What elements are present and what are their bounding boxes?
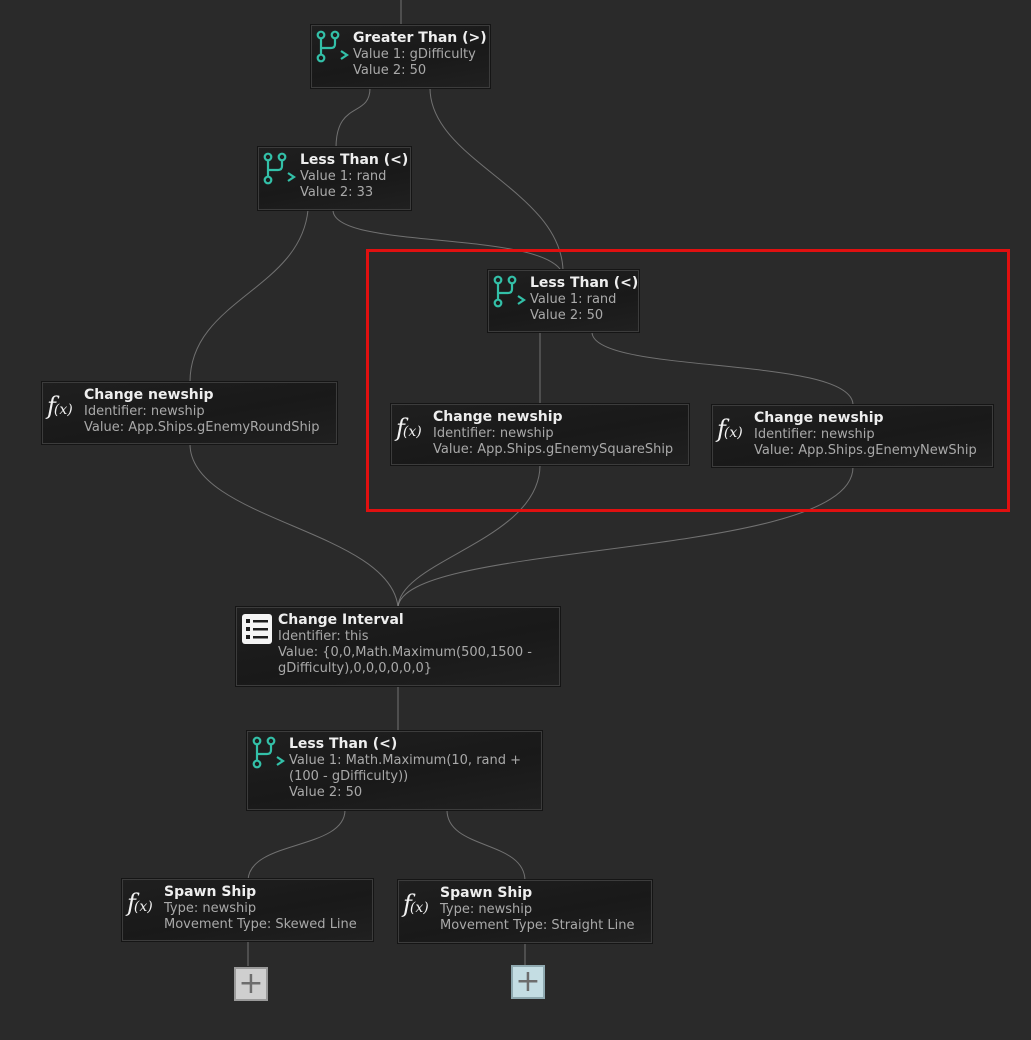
plus-icon: + — [515, 964, 541, 999]
node-param: Value: {0,0,Math.Maximum(500,1500 - — [278, 645, 532, 660]
branch-icon — [493, 275, 527, 315]
node-param: Identifier: newship — [754, 427, 875, 442]
node-title: Greater Than (>) — [353, 30, 487, 46]
node-less-than-rand-50[interactable]: Less Than (<) Value 1: rand Value 2: 50 — [488, 270, 639, 332]
node-param: Identifier: this — [278, 629, 369, 644]
function-icon: f(x) — [47, 392, 73, 420]
node-title: Change Interval — [278, 612, 404, 628]
node-param: Value 2: 50 — [289, 785, 363, 800]
node-param: Value: App.Ships.gEnemyRoundShip — [84, 420, 320, 435]
node-param: Value: App.Ships.gEnemySquareShip — [433, 442, 674, 457]
node-param: Value: App.Ships.gEnemyNewShip — [754, 443, 977, 458]
node-title: Less Than (<) — [289, 736, 398, 752]
node-title: Less Than (<) — [300, 152, 409, 168]
node-greater-than[interactable]: Greater Than (>) Value 1: gDifficulty Va… — [311, 25, 490, 88]
node-param: Movement Type: Straight Line — [440, 918, 635, 933]
node-change-newship-round[interactable]: f(x) Change newship Identifier: newship … — [42, 382, 337, 444]
node-param: Value 1: Math.Maximum(10, rand + — [289, 753, 522, 768]
node-less-than-math-maximum[interactable]: Less Than (<) Value 1: Math.Maximum(10, … — [247, 731, 542, 810]
list-icon — [242, 614, 272, 644]
node-param: (100 - gDifficulty)) — [289, 769, 409, 784]
flow-canvas[interactable]: Greater Than (>) Value 1: gDifficulty Va… — [0, 0, 1031, 1040]
node-spawn-ship-straight[interactable]: f(x) Spawn Ship Type: newship Movement T… — [398, 880, 652, 943]
node-param: Movement Type: Skewed Line — [164, 917, 357, 932]
node-title: Change newship — [433, 409, 563, 425]
function-icon: f(x) — [717, 415, 743, 443]
function-icon: f(x) — [403, 890, 429, 918]
node-less-than-rand-33[interactable]: Less Than (<) Value 1: rand Value 2: 33 — [258, 147, 411, 210]
node-param: Value 1: gDifficulty — [353, 47, 476, 62]
node-param: gDifficulty),0,0,0,0,0,0} — [278, 661, 432, 676]
branch-icon — [263, 152, 297, 192]
node-title: Change newship — [754, 410, 884, 426]
node-param: Value 1: rand — [300, 169, 387, 184]
node-param: Type: newship — [440, 902, 533, 917]
node-param: Value 2: 50 — [353, 63, 427, 78]
node-param: Value 2: 33 — [300, 185, 374, 200]
selection-box — [366, 249, 1010, 512]
branch-icon — [316, 30, 350, 70]
node-title: Spawn Ship — [164, 884, 257, 900]
node-title: Spawn Ship — [440, 885, 533, 901]
node-title: Change newship — [84, 387, 214, 403]
node-change-newship-square[interactable]: f(x) Change newship Identifier: newship … — [391, 404, 689, 465]
node-param: Value 2: 50 — [530, 308, 604, 323]
node-spawn-ship-skewed[interactable]: f(x) Spawn Ship Type: newship Movement T… — [122, 879, 373, 941]
node-param: Value 1: rand — [530, 292, 617, 307]
branch-icon — [252, 736, 286, 776]
add-action-button-left[interactable]: + — [234, 967, 268, 1001]
function-icon: f(x) — [396, 414, 422, 442]
add-action-button-right[interactable]: + — [511, 965, 545, 999]
node-title: Less Than (<) — [530, 275, 639, 291]
function-icon: f(x) — [127, 889, 153, 917]
node-param: Identifier: newship — [84, 404, 205, 419]
node-param: Type: newship — [164, 901, 257, 916]
plus-icon: + — [238, 966, 264, 1001]
node-change-newship-new[interactable]: f(x) Change newship Identifier: newship … — [712, 405, 993, 467]
node-param: Identifier: newship — [433, 426, 554, 441]
node-change-interval[interactable]: Change Interval Identifier: this Value: … — [236, 607, 560, 686]
